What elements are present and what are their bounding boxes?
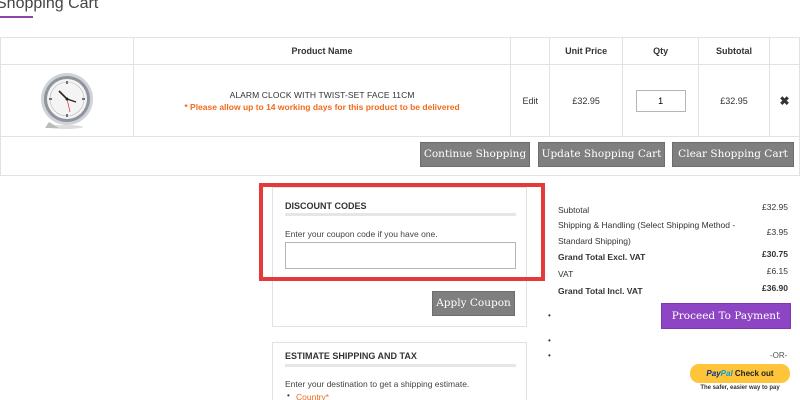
product-image-cell	[0, 64, 134, 137]
remove-item-icon[interactable]: ✖	[779, 94, 789, 108]
alarm-clock-product-image[interactable]	[39, 70, 95, 130]
cart-actions: Continue Shopping Update Shopping Cart C…	[0, 136, 800, 176]
or-separator: -OR-	[770, 351, 788, 360]
product-name-cell: ALARM CLOCK WITH TWIST-SET FACE 11CM * P…	[132, 64, 512, 137]
proceed-to-payment-button[interactable]: Proceed To Payment	[661, 303, 791, 329]
header-image	[0, 37, 134, 65]
apply-coupon-button[interactable]: Apply Coupon	[432, 291, 515, 316]
subtotal-cell: £32.95	[698, 64, 770, 137]
estimate-shipping-panel: ESTIMATE SHIPPING AND TAX Enter your des…	[272, 342, 527, 400]
totals-vat-value: £6.15	[766, 266, 788, 276]
estimate-heading: ESTIMATE SHIPPING AND TAX	[285, 351, 417, 361]
unit-price: £32.95	[572, 95, 600, 106]
paypal-logo-pal: Pal	[720, 369, 733, 378]
scroll-up-icon[interactable]: ⌃	[748, 0, 756, 5]
totals-subtotal-label: Subtotal	[558, 205, 590, 215]
totals-subtotal-value: £32.95	[762, 202, 788, 212]
paypal-checkout-button[interactable]: PayPal Check out	[690, 364, 790, 383]
delivery-note: * Please allow up to 14 working days for…	[184, 101, 460, 112]
paypal-logo-pay: Pay	[706, 369, 721, 378]
checkout-bullet-3: •	[548, 351, 551, 360]
clear-cart-button[interactable]: Clear Shopping Cart	[672, 142, 794, 167]
totals-vat-row: VAT £6.15	[548, 266, 788, 282]
cart-table: Product Name Unit Price Qty Subtotal ALA…	[0, 37, 800, 137]
estimate-heading-rule	[285, 364, 516, 367]
update-cart-button[interactable]: Update Shopping Cart	[538, 142, 665, 167]
paypal-checkout-label: Check out	[734, 369, 774, 378]
cart-header-row: Product Name Unit Price Qty Subtotal	[0, 37, 800, 65]
totals-vat-label: VAT	[558, 269, 574, 279]
paypal-tagline: The safer, easier way to pay	[700, 385, 780, 391]
page-title: Shopping Cart	[0, 0, 99, 12]
header-qty: Qty	[622, 37, 700, 65]
unit-price-cell: £32.95	[549, 64, 624, 137]
totals-grand-incl-row: Grand Total Incl. VAT £36.90	[548, 283, 788, 299]
header-subtotal: Subtotal	[698, 37, 770, 65]
title-underline	[0, 16, 33, 18]
totals-shipping-value: £3.95	[766, 227, 788, 237]
header-product-name: Product Name	[132, 37, 512, 65]
qty-input[interactable]	[635, 89, 686, 112]
country-bullet: •	[287, 391, 290, 400]
checkout-bullet-1: •	[548, 311, 551, 320]
edit-cell: Edit	[510, 64, 551, 137]
qty-cell	[622, 64, 700, 137]
header-unit-price: Unit Price	[549, 37, 624, 65]
product-name[interactable]: ALARM CLOCK WITH TWIST-SET FACE 11CM	[134, 90, 510, 100]
continue-shopping-button[interactable]: Continue Shopping	[420, 142, 530, 167]
cart-item-row: ALARM CLOCK WITH TWIST-SET FACE 11CM * P…	[0, 64, 800, 137]
header-remove	[769, 37, 800, 65]
totals-grand-excl-value: £30.75	[762, 249, 788, 259]
totals-grand-incl-value: £36.90	[762, 283, 788, 293]
item-subtotal: £32.95	[720, 95, 748, 106]
totals-shipping-label: Shipping & Handling (Select Shipping Met…	[558, 220, 736, 246]
totals-subtotal-row: Subtotal £32.95	[548, 202, 788, 218]
totals-grand-excl-label: Grand Total Excl. VAT	[558, 252, 646, 262]
totals-grand-incl-label: Grand Total Incl. VAT	[558, 286, 643, 296]
totals-shipping-row: Shipping & Handling (Select Shipping Met…	[548, 217, 788, 249]
country-label: Country*	[296, 392, 330, 400]
highlight-frame	[259, 183, 545, 281]
header-edit	[510, 37, 551, 65]
remove-cell: ✖	[769, 64, 800, 137]
checkout-bullet-2: •	[548, 336, 551, 345]
estimate-helper-text: Enter your destination to get a shipping…	[285, 379, 470, 389]
edit-link[interactable]: Edit	[522, 96, 538, 106]
totals-grand-excl-row: Grand Total Excl. VAT £30.75	[548, 249, 788, 265]
